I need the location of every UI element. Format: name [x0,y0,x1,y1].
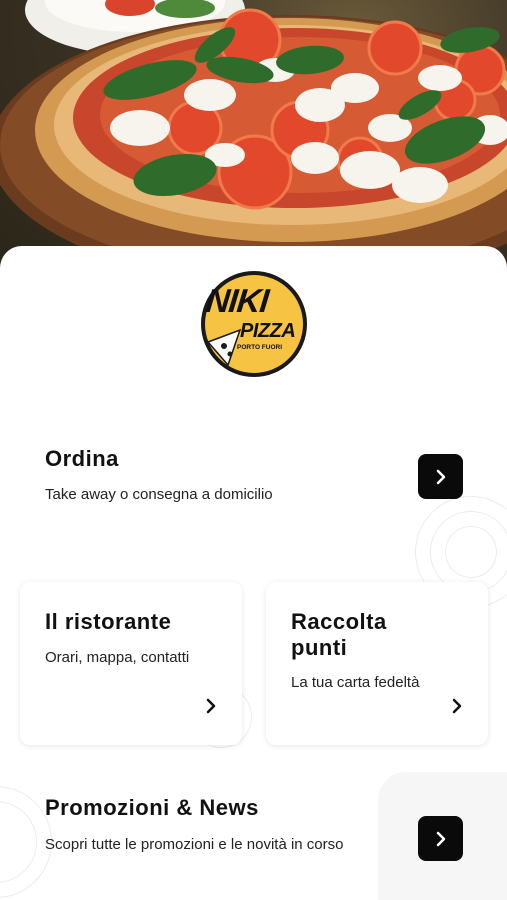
ristorante-title: Il ristorante [45,609,172,634]
promozioni-button[interactable] [418,816,463,861]
raccolta-punti-card[interactable]: Raccolta punti La tua carta fedeltà [266,582,488,745]
niki-pizza-logo: NIKI PIZZA PORTO FUORI [200,270,308,378]
ordina-title: Ordina [45,446,119,471]
ordina-subtitle: Take away o consegna a domicilio [45,486,273,503]
ordina-button[interactable] [418,454,463,499]
logo-tagline: PORTO FUORI [237,344,283,351]
promozioni-subtitle: Scopri tutte le promozioni e le novità i… [45,836,344,853]
chevron-right-icon [436,469,445,484]
ristorante-card[interactable]: Il ristorante Orari, mappa, contatti [20,582,242,745]
chevron-right-icon[interactable] [202,697,220,715]
ristorante-subtitle: Orari, mappa, contatti [45,649,190,666]
raccolta-subtitle: La tua carta fedeltà [291,674,420,691]
raccolta-title: Raccolta punti [291,609,387,660]
promozioni-title: Promozioni & News [45,795,259,820]
chevron-right-icon[interactable] [448,697,466,715]
logo-brand-line2: PIZZA [240,320,296,342]
chevron-right-icon [436,831,445,846]
logo-brand-line1: NIKI [204,282,270,319]
decor-ring [445,526,497,578]
